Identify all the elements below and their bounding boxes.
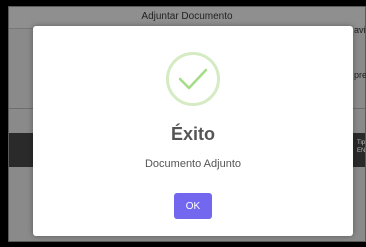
- background-text-fragment: EN: [357, 148, 366, 154]
- background-text-fragment: pre: [354, 70, 366, 80]
- success-dialog: Éxito Documento Adjunto OK: [33, 26, 353, 236]
- background-text-fragment: Tip: [357, 140, 366, 146]
- ok-button[interactable]: OK: [174, 193, 212, 219]
- background-text-fragment: avi: [354, 25, 366, 35]
- dialog-message: Documento Adjunto: [144, 158, 241, 170]
- dialog-title: Éxito: [170, 124, 215, 144]
- background-modal-title: Adjuntar Documento: [141, 11, 233, 22]
- screen: Adjuntar Documento avi pre Tip EN Éxito …: [0, 0, 366, 247]
- success-check-icon: [166, 52, 220, 106]
